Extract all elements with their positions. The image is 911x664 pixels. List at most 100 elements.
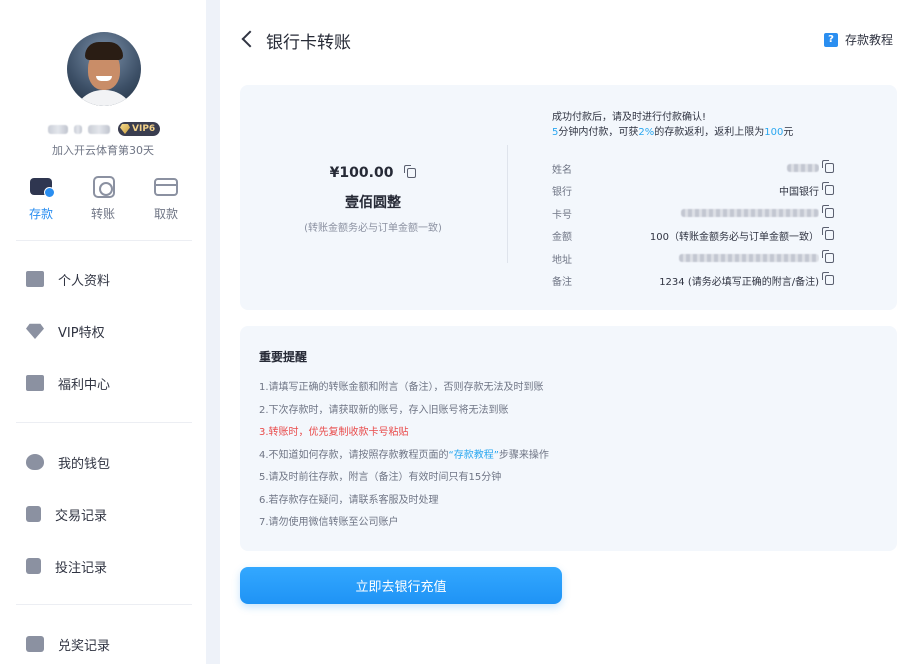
piggy-bank-icon [26,454,44,470]
sidebar-item-label: 福利中心 [58,377,111,393]
detail-value: 中国银行 [779,186,819,198]
copy-bank-icon[interactable] [822,182,834,195]
sidebar-item-label: 交易记录 [55,508,108,524]
detail-row-remark: 备注 1234 (请务必填写正确的附言/备注) [552,272,834,288]
copy-amount-row-icon[interactable] [822,227,834,240]
notice-text: 步骤来操作 [498,450,549,461]
sidebar-divider [16,422,192,423]
sidebar-divider [16,604,192,605]
detail-key: 银行 [552,186,572,198]
document-icon [26,558,41,574]
gift-icon [26,375,44,391]
copy-card-number-icon[interactable] [822,205,834,218]
detail-key: 卡号 [552,209,572,221]
layout-divider [206,0,220,664]
wallet-icon [28,176,55,198]
sidebar-item-benefits[interactable]: 福利中心 [26,373,196,393]
detail-key: 备注 [552,276,572,288]
copy-amount-icon[interactable] [404,165,417,178]
amount-note: (转账金额务必与订单金额一致) [304,223,442,234]
masked-username-part [88,124,110,134]
notice-line-warning: 3.转账时，优先复制收款卡号粘贴 [259,427,409,438]
detail-value: 100（转账金额务必与订单金额一致） [649,231,819,243]
sidebar-item-label: 兑奖记录 [58,638,111,654]
page-title: 银行卡转账 [266,33,351,53]
sidebar-item-transactions[interactable]: 交易记录 [26,504,196,524]
notice-line: 7.请勿使用微信转账至公司账户 [259,517,399,528]
notice-line: 5.请及时前往存款，附言（备注）有效时间只有15分钟 [259,472,502,483]
detail-key: 地址 [552,254,572,266]
back-arrow-icon[interactable] [240,28,258,50]
amount-value: ¥100.00 [329,165,394,181]
detail-value-masked [612,163,819,174]
quick-action-withdraw[interactable]: 取款 [141,176,191,222]
notice-line: 1.请填写正确的转账金额和附言（备注），否则存款无法及时到账 [259,382,544,393]
rebate-tip: 5分钟内付款，可获2%的存款返利，返利上限为100元 [552,123,793,138]
card-icon [153,176,179,198]
copy-remark-icon[interactable] [822,272,834,285]
vip-badge: VIP6 [118,122,161,136]
detail-value-masked [612,253,819,264]
sidebar-item-label: 我的钱包 [58,456,111,472]
quick-action-label: 取款 [153,207,178,221]
detail-value-masked [612,208,819,219]
username-row: VIP6 [48,121,161,137]
sidebar: VIP6 加入开云体育第30天 存款 转账 取款 个人资料 VIP特权 福利中心… [0,0,206,664]
quick-action-label: 存款 [28,207,53,221]
amount-in-words: 壹佰圆整 [345,195,401,211]
detail-value: 1234 (请务必填写正确的附言/备注) [659,276,819,288]
amount-display: ¥100.00 [240,165,506,181]
sidebar-item-wallet[interactable]: 我的钱包 [26,452,196,472]
notice-title: 重要提醒 [259,350,308,364]
help-icon: ? [824,32,838,47]
rebate-rate: 2% [638,127,655,138]
sidebar-divider [16,240,192,241]
notice-line: 4.不知道如何存款，请按照存款教程页面的“存款教程”步骤来操作 [259,446,549,461]
sidebar-item-label: 投注记录 [55,560,108,576]
deposit-tutorial-link[interactable]: ? 存款教程 [824,31,893,48]
vip-gem-icon [120,124,130,134]
tutorial-label: 存款教程 [845,33,894,47]
vip-label: VIP6 [132,124,156,134]
tutorial-inline-link[interactable]: “存款教程” [449,450,499,461]
quick-action-transfer[interactable]: 转账 [78,176,128,222]
detail-row-amount: 金额 100（转账金额务必与订单金额一致） [552,227,834,243]
panel-divider [507,145,508,263]
notice-line: 2.下次存款时，请获取新的账号，存入旧账号将无法到账 [259,405,509,416]
important-notice-panel: 重要提醒 1.请填写正确的转账金额和附言（备注），否则存款无法及时到账 2.下次… [240,326,897,551]
payment-tip: 成功付款后，请及时进行付款确认! [552,112,707,123]
detail-key: 姓名 [552,164,572,176]
rebate-text: 元 [783,127,794,138]
quick-action-label: 转账 [90,207,115,221]
notice-line: 6.若存款存在疑问，请联系客服及时处理 [259,495,439,506]
sidebar-item-bets[interactable]: 投注记录 [26,556,196,576]
sidebar-item-redemptions[interactable]: 兑奖记录 [26,634,196,654]
masked-username [48,124,68,134]
diamond-icon [26,323,44,339]
detail-key: 金额 [552,231,572,243]
sidebar-item-label: VIP特权 [58,325,105,341]
rebate-text: 分钟内付款，可获 [558,127,639,138]
user-avatar[interactable] [67,32,141,106]
masked-username-part [74,124,82,134]
notice-text: 4.不知道如何存款，请按照存款教程页面的 [259,450,449,461]
sidebar-item-label: 个人资料 [58,273,111,289]
detail-row-name: 姓名 [552,160,834,176]
sidebar-item-profile[interactable]: 个人资料 [26,269,196,289]
rebate-cap: 100 [764,127,784,138]
transfer-icon [90,176,116,198]
copy-name-icon[interactable] [822,160,834,173]
transfer-details-panel: ¥100.00 壹佰圆整 (转账金额务必与订单金额一致) 成功付款后，请及时进行… [240,85,897,310]
membership-days: 加入开云体育第30天 [52,144,154,157]
document-icon [26,506,41,522]
detail-row-bank: 银行 中国银行 [552,182,834,198]
detail-row-address: 地址 [552,250,834,266]
copy-address-icon[interactable] [822,250,834,263]
go-to-bank-button[interactable]: 立即去银行充值 [240,567,562,604]
id-card-icon [26,271,44,287]
sidebar-item-vip[interactable]: VIP特权 [26,321,196,341]
rebate-text: 的存款返利，返利上限为 [654,127,765,138]
ticket-icon [26,636,44,652]
detail-row-card-number: 卡号 [552,205,834,221]
quick-action-deposit[interactable]: 存款 [16,176,66,222]
